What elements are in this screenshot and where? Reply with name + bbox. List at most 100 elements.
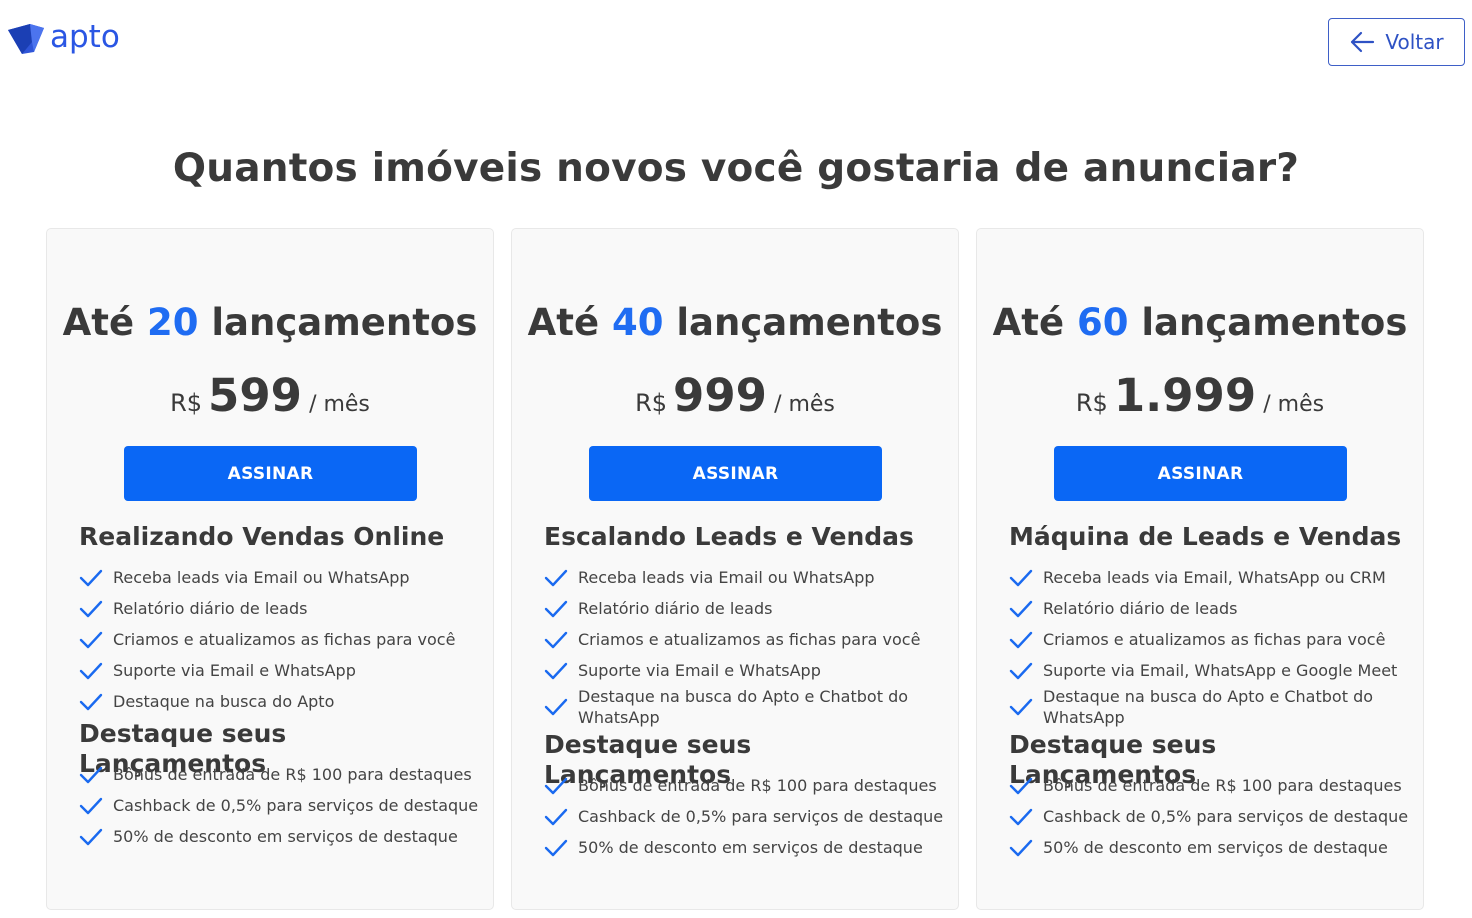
feature-text: Relatório diário de leads bbox=[113, 599, 308, 618]
feature-item: 50% de desconto em serviços de destaque bbox=[544, 832, 944, 863]
check-icon bbox=[544, 777, 568, 794]
feature-item: Cashback de 0,5% para serviços de destaq… bbox=[1009, 801, 1409, 832]
check-icon bbox=[1009, 569, 1033, 586]
feature-item: Cashback de 0,5% para serviços de destaq… bbox=[79, 790, 479, 821]
feature-item: Destaque na busca do Apto e Chatbot do W… bbox=[544, 686, 944, 728]
feature-text: Cashback de 0,5% para serviços de destaq… bbox=[1043, 807, 1409, 826]
feature-text: 50% de desconto em serviços de destaque bbox=[1043, 838, 1388, 857]
plan-launch-count: 60 bbox=[1076, 301, 1129, 344]
feature-text: Receba leads via Email ou WhatsApp bbox=[113, 568, 410, 587]
check-icon bbox=[544, 662, 568, 679]
back-button-label: Voltar bbox=[1385, 30, 1444, 54]
plan-title: Até 60 lançamentos bbox=[977, 301, 1423, 344]
feature-item: Receba leads via Email ou WhatsApp bbox=[79, 562, 479, 593]
feature-text: Bônus de entrada de R$ 100 para destaque… bbox=[578, 776, 937, 795]
check-icon bbox=[544, 600, 568, 617]
feature-item: 50% de desconto em serviços de destaque bbox=[1009, 832, 1409, 863]
check-icon bbox=[544, 569, 568, 586]
apto-logo[interactable]: apto bbox=[6, 21, 120, 56]
plan-price: R$ 999 / mês bbox=[512, 369, 958, 422]
highlight-section-title: Destaque seus Lançamentos bbox=[544, 730, 752, 789]
price-period: / mês bbox=[1263, 392, 1325, 417]
feature-text: Suporte via Email, WhatsApp e Google Mee… bbox=[1043, 661, 1398, 680]
price-amount: 999 bbox=[673, 369, 767, 422]
feature-item: Criamos e atualizamos as fichas para voc… bbox=[79, 624, 479, 655]
plan-price: R$ 599 / mês bbox=[47, 369, 493, 422]
feature-text: Cashback de 0,5% para serviços de destaq… bbox=[578, 807, 944, 826]
plan-title-prefix: Até bbox=[527, 301, 600, 344]
check-icon bbox=[79, 600, 103, 617]
feature-text: Bônus de entrada de R$ 100 para destaque… bbox=[1043, 776, 1402, 795]
check-icon bbox=[1009, 777, 1033, 794]
plan-title-prefix: Até bbox=[62, 301, 135, 344]
check-icon bbox=[544, 698, 568, 716]
feature-item: Suporte via Email e WhatsApp bbox=[79, 655, 479, 686]
feature-item: Bônus de entrada de R$ 100 para destaque… bbox=[79, 759, 479, 790]
check-icon bbox=[79, 569, 103, 586]
price-currency: R$ bbox=[170, 389, 203, 417]
check-icon bbox=[544, 839, 568, 856]
feature-text: Relatório diário de leads bbox=[578, 599, 773, 618]
check-icon bbox=[79, 631, 103, 648]
check-icon bbox=[1009, 662, 1033, 679]
price-amount: 1.999 bbox=[1113, 369, 1257, 422]
feature-item: Bônus de entrada de R$ 100 para destaque… bbox=[544, 770, 944, 801]
check-icon bbox=[544, 631, 568, 648]
feature-item: Destaque na busca do Apto bbox=[79, 686, 479, 717]
page-title: Quantos imóveis novos você gostaria de a… bbox=[172, 146, 1300, 191]
check-icon bbox=[79, 766, 103, 783]
feature-item: Relatório diário de leads bbox=[1009, 593, 1409, 624]
feature-item: Criamos e atualizamos as fichas para voc… bbox=[1009, 624, 1409, 655]
features-section-title: Realizando Vendas Online bbox=[79, 522, 445, 551]
arrow-left-icon bbox=[1351, 31, 1375, 53]
plan-title: Até 40 lançamentos bbox=[512, 301, 958, 344]
check-icon bbox=[79, 662, 103, 679]
feature-text: Bônus de entrada de R$ 100 para destaque… bbox=[113, 765, 472, 784]
subscribe-button[interactable]: ASSINAR bbox=[589, 446, 882, 501]
check-icon bbox=[79, 828, 103, 845]
feature-item: 50% de desconto em serviços de destaque bbox=[79, 821, 479, 852]
feature-item: Receba leads via Email, WhatsApp ou CRM bbox=[1009, 562, 1409, 593]
feature-text: Suporte via Email e WhatsApp bbox=[113, 661, 356, 680]
feature-text: 50% de desconto em serviços de destaque bbox=[578, 838, 923, 857]
feature-item: Criamos e atualizamos as fichas para voc… bbox=[544, 624, 944, 655]
feature-item: Suporte via Email e WhatsApp bbox=[544, 655, 944, 686]
feature-item: Cashback de 0,5% para serviços de destaq… bbox=[544, 801, 944, 832]
feature-text: Cashback de 0,5% para serviços de destaq… bbox=[113, 796, 479, 815]
back-button[interactable]: Voltar bbox=[1328, 18, 1465, 66]
feature-text: Receba leads via Email, WhatsApp ou CRM bbox=[1043, 568, 1386, 587]
plan-card: Até 20 lançamentos R$ 599 / mês ASSINAR Real… bbox=[46, 228, 494, 910]
check-icon bbox=[79, 693, 103, 710]
feature-text: Destaque na busca do Apto e Chatbot do W… bbox=[578, 687, 909, 727]
plan-launch-count: 40 bbox=[611, 301, 664, 344]
plan-card: Até 40 lançamentos R$ 999 / mês ASSINAR Esca… bbox=[511, 228, 959, 910]
feature-text: Criamos e atualizamos as fichas para voc… bbox=[1043, 630, 1386, 649]
highlight-section-title: Destaque seus Lançamentos bbox=[1009, 730, 1217, 789]
subscribe-button[interactable]: ASSINAR bbox=[1054, 446, 1347, 501]
price-amount: 599 bbox=[208, 369, 302, 422]
plan-features: Realizando Vendas Online Receba leads via… bbox=[79, 522, 479, 852]
feature-text: Relatório diário de leads bbox=[1043, 599, 1238, 618]
price-period: / mês bbox=[774, 392, 835, 417]
plan-title: Até 20 lançamentos bbox=[47, 301, 493, 344]
feature-text: Destaque na busca do Apto e Chatbot do W… bbox=[1043, 687, 1374, 727]
plan-title-suffix: lançamentos bbox=[211, 301, 478, 344]
feature-item: Bônus de entrada de R$ 100 para destaque… bbox=[1009, 770, 1409, 801]
subscribe-button[interactable]: ASSINAR bbox=[124, 446, 417, 501]
check-icon bbox=[79, 797, 103, 814]
plan-title-prefix: Até bbox=[992, 301, 1065, 344]
check-icon bbox=[1009, 698, 1033, 716]
highlight-section-title: Destaque seus Lançamentos bbox=[79, 719, 287, 778]
check-icon bbox=[544, 808, 568, 825]
feature-item: Destaque na busca do Apto e Chatbot do W… bbox=[1009, 686, 1409, 728]
feature-text: Suporte via Email e WhatsApp bbox=[578, 661, 821, 680]
feature-text: Receba leads via Email ou WhatsApp bbox=[578, 568, 875, 587]
apto-logo-icon bbox=[8, 24, 44, 54]
features-section-title: Máquina de Leads e Vendas bbox=[1009, 522, 1402, 551]
plan-features: Escalando Leads e Vendas Receba leads via… bbox=[544, 522, 944, 863]
feature-item: Receba leads via Email ou WhatsApp bbox=[544, 562, 944, 593]
plan-price: R$ 1.999 / mês bbox=[977, 369, 1423, 422]
check-icon bbox=[1009, 808, 1033, 825]
feature-text: 50% de desconto em serviços de destaque bbox=[113, 827, 458, 846]
features-section-title: Escalando Leads e Vendas bbox=[544, 522, 914, 551]
